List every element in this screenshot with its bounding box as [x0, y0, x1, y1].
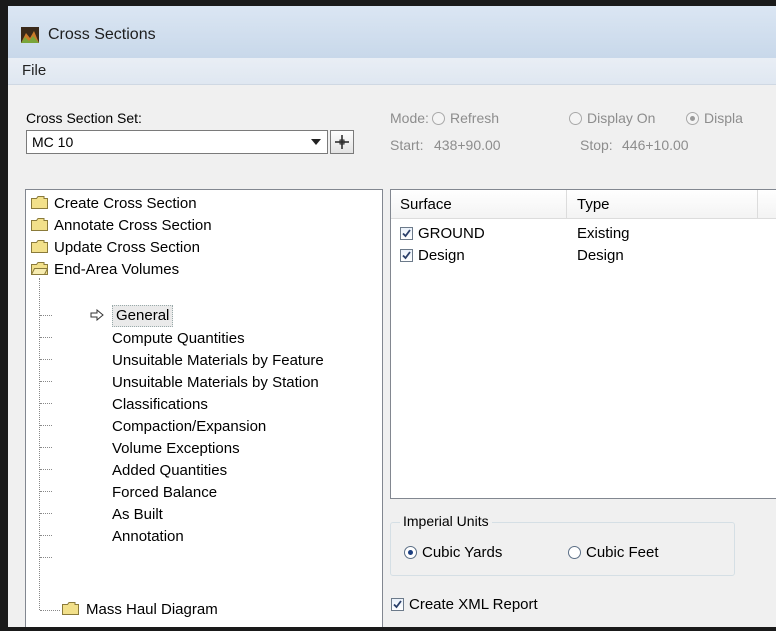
folder-icon [31, 196, 48, 209]
ground-checkbox[interactable] [400, 227, 413, 240]
tree-connector [40, 491, 52, 492]
check-icon [402, 229, 411, 238]
cubic-feet-radio[interactable] [568, 546, 581, 559]
check-icon [402, 251, 411, 260]
mode-refresh-label: Refresh [450, 110, 500, 126]
cross-section-app-icon [21, 27, 39, 43]
column-header-type[interactable]: Type [577, 196, 610, 213]
pick-set-button[interactable] [330, 130, 354, 154]
menu-file[interactable]: File [22, 62, 46, 79]
crosshair-icon [335, 135, 349, 149]
stop-value: 446+10.00 [622, 137, 689, 153]
surface-name: GROUND [418, 225, 485, 242]
surface-name: Design [418, 247, 465, 264]
start-label: Start: [390, 137, 424, 153]
chevron-down-icon [311, 139, 321, 145]
start-value: 438+90.00 [434, 137, 501, 153]
mode-display-label: Displa [704, 110, 743, 126]
column-header-surface[interactable]: Surface [400, 196, 452, 213]
mode-display-on-label: Display On [587, 110, 656, 126]
folder-icon [62, 602, 79, 615]
tree-connector [40, 425, 52, 426]
cross-section-set-label: Cross Section Set: [26, 110, 142, 126]
tree-connector [40, 403, 52, 404]
create-xml-report-label: Create XML Report [409, 596, 538, 613]
tree-connector [40, 610, 60, 611]
tree-connector [40, 315, 52, 316]
tree-item-general[interactable]: General [112, 305, 174, 327]
arrow-right-icon [90, 309, 104, 321]
folder-icon [31, 240, 48, 253]
cubic-yards-radio[interactable] [404, 546, 417, 559]
folder-icon [31, 218, 48, 231]
menu-bar: File [8, 58, 776, 85]
design-checkbox[interactable] [400, 249, 413, 262]
mode-refresh-radio[interactable] [432, 112, 445, 125]
tree-connector [40, 557, 52, 558]
cubic-yards-label: Cubic Yards [422, 544, 503, 561]
imperial-units-label: Imperial Units [400, 513, 492, 529]
surface-list[interactable]: Surface Type GROUND Existing Design Desi… [390, 189, 776, 499]
window-title: Cross Sections [48, 26, 156, 43]
tree-connector [40, 447, 52, 448]
column-divider[interactable] [757, 190, 758, 218]
open-folder-icon [31, 262, 48, 275]
tree-connector [40, 469, 52, 470]
title-bar: Cross Sections [8, 6, 776, 58]
surface-list-header: Surface Type [391, 190, 776, 219]
mode-display-radio[interactable] [686, 112, 699, 125]
tree-connector [39, 278, 40, 610]
stop-label: Stop: [580, 137, 613, 153]
mode-display-on-radio[interactable] [569, 112, 582, 125]
mode-label: Mode: [390, 110, 429, 126]
tree-connector [40, 381, 52, 382]
check-icon [393, 600, 402, 609]
command-tree[interactable]: Create Cross Section Annotate Cross Sect… [25, 189, 383, 627]
tree-connector [40, 337, 52, 338]
column-divider[interactable] [566, 190, 567, 218]
tree-connector [40, 535, 52, 536]
cross-section-set-dropdown[interactable]: MC 10 [26, 130, 328, 154]
tree-connector [40, 359, 52, 360]
surface-type: Design [577, 247, 624, 264]
tree-connector [40, 513, 52, 514]
cross-section-set-value: MC 10 [32, 134, 74, 150]
cross-sections-window: Cross Sections File Cross Section Set: M… [0, 0, 776, 631]
create-xml-report-checkbox[interactable] [391, 598, 404, 611]
surface-type: Existing [577, 225, 630, 242]
cubic-feet-label: Cubic Feet [586, 544, 659, 561]
